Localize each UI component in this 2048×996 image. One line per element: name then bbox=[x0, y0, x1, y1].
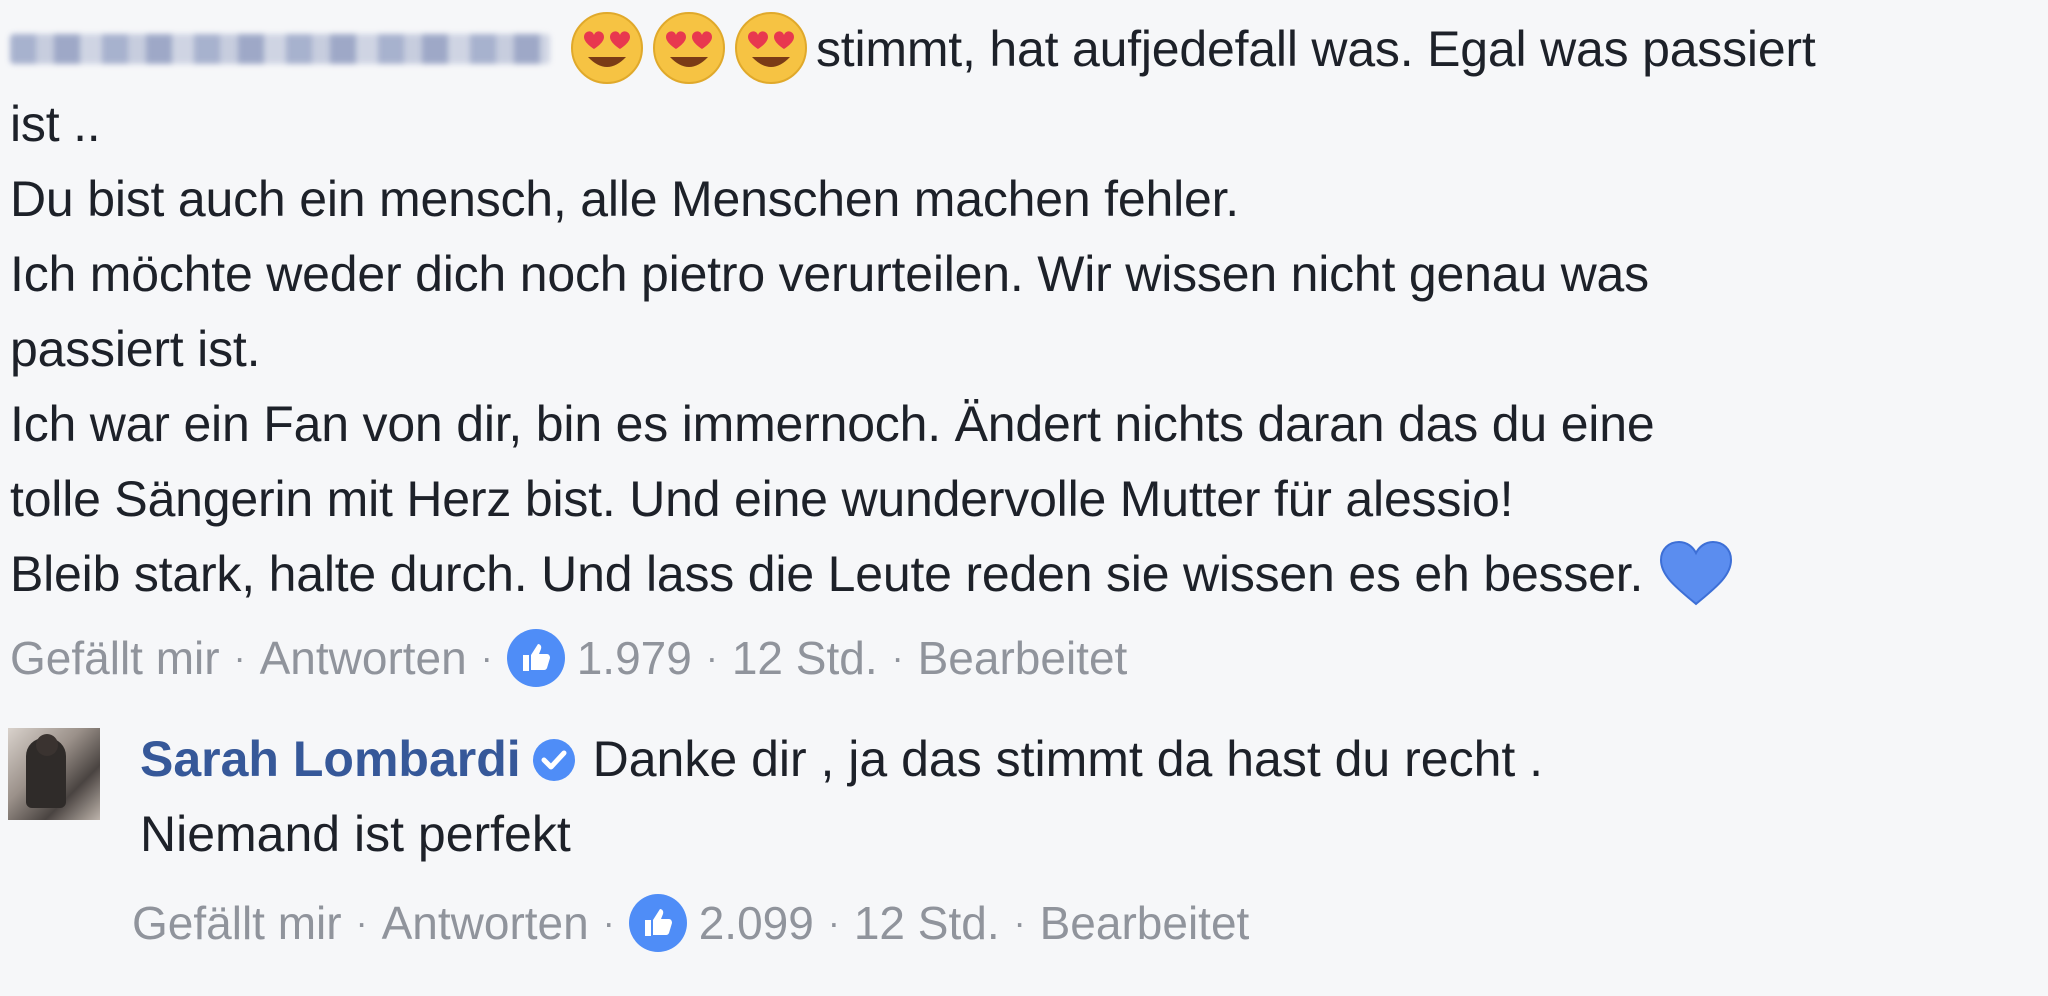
reply-link[interactable]: Antworten bbox=[260, 628, 467, 688]
reply-line-1: Sarah Lombardi Danke dir , ja das stimmt… bbox=[140, 722, 1543, 797]
heart-eyes-emoji-icon bbox=[735, 11, 807, 84]
separator: · bbox=[602, 902, 615, 943]
comment-line-4: Ich möchte weder dich noch pietro verurt… bbox=[10, 246, 1649, 302]
comment-line-7: tolle Sängerin mit Herz bist. Und eine w… bbox=[10, 471, 1514, 527]
separator: · bbox=[705, 637, 718, 678]
avatar[interactable] bbox=[8, 728, 100, 820]
timestamp[interactable]: 12 Std. bbox=[854, 893, 1000, 953]
comment-line-2: ist .. bbox=[10, 96, 101, 152]
reply-line-2: Niemand ist perfekt bbox=[140, 806, 571, 862]
separator: · bbox=[891, 637, 904, 678]
reply-text: Danke dir , ja das stimmt da hast du rec… bbox=[592, 731, 1544, 787]
edited-label[interactable]: Bearbeitet bbox=[918, 628, 1128, 688]
reply-link[interactable]: Antworten bbox=[382, 893, 589, 953]
like-link[interactable]: Gefällt mir bbox=[132, 893, 342, 953]
like-link[interactable]: Gefällt mir bbox=[10, 628, 220, 688]
separator: · bbox=[480, 637, 493, 678]
comment-line-8: Bleib stark, halte durch. Und lass die L… bbox=[10, 537, 2030, 612]
comment-line-1: stimmt, hat aufjedefall was. Egal was pa… bbox=[10, 11, 2030, 87]
heart-eyes-emoji-icon bbox=[653, 11, 725, 84]
comment-line-5: passiert ist. bbox=[10, 321, 261, 377]
blue-heart-icon bbox=[1660, 540, 1733, 606]
separator: · bbox=[827, 902, 840, 943]
thumbs-up-icon[interactable] bbox=[506, 629, 565, 687]
timestamp[interactable]: 12 Std. bbox=[732, 628, 878, 688]
comment-line-text: Bleib stark, halte durch. Und lass die L… bbox=[10, 546, 1644, 602]
comment-line-3: Du bist auch ein mensch, alle Menschen m… bbox=[10, 171, 1239, 227]
separator: · bbox=[233, 637, 246, 678]
reply-meta: Gefällt mir · Antworten · 2.099 · 12 Std… bbox=[132, 893, 1249, 953]
separator: · bbox=[1013, 902, 1026, 943]
comment-line-6: Ich war ein Fan von dir, bin es immernoc… bbox=[10, 396, 1655, 452]
like-count[interactable]: 1.979 bbox=[577, 628, 692, 688]
verified-badge-icon bbox=[532, 738, 575, 781]
thumbs-up-icon[interactable] bbox=[628, 894, 687, 952]
edited-label[interactable]: Bearbeitet bbox=[1040, 893, 1250, 953]
comment: stimmt, hat aufjedefall was. Egal was pa… bbox=[10, 0, 2030, 612]
reply-body: Sarah Lombardi Danke dir , ja das stimmt… bbox=[140, 722, 1543, 872]
blurred-author-name[interactable] bbox=[10, 33, 550, 64]
separator: · bbox=[355, 902, 368, 943]
heart-eyes-emoji-icon bbox=[571, 11, 643, 84]
comment-text: stimmt, hat aufjedefall was. Egal was pa… bbox=[10, 0, 2030, 612]
author-name[interactable]: Sarah Lombardi bbox=[140, 731, 521, 787]
avatar-head bbox=[36, 734, 58, 756]
like-count[interactable]: 2.099 bbox=[699, 893, 814, 953]
comment-meta: Gefällt mir · Antworten · 1.979 · 12 Std… bbox=[10, 628, 1127, 688]
comment-line-text: stimmt, hat aufjedefall was. Egal was pa… bbox=[816, 21, 1816, 77]
